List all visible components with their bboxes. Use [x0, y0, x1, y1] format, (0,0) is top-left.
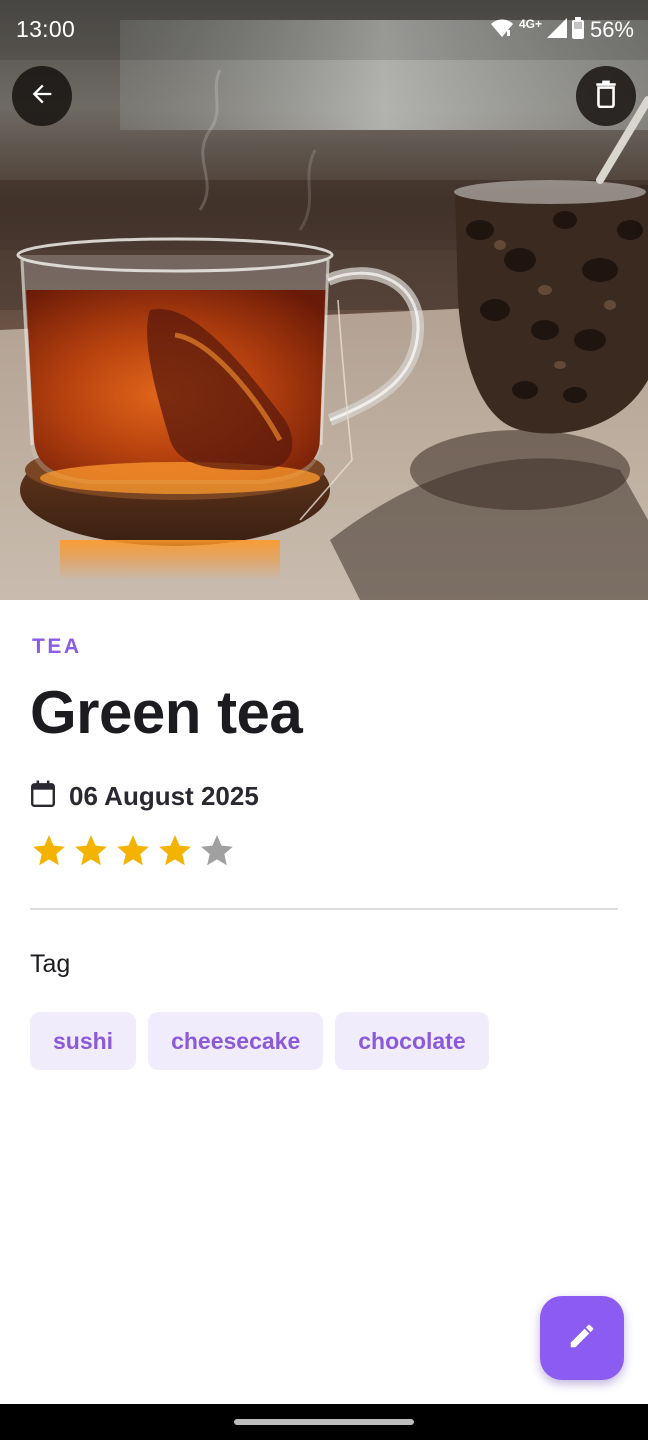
hero-image — [0, 0, 648, 600]
delete-button[interactable] — [576, 66, 636, 126]
trash-icon — [593, 80, 619, 113]
pencil-icon — [567, 1321, 597, 1356]
network-type: 4G+ — [518, 17, 542, 31]
signal-icon — [546, 17, 567, 43]
star-icon — [114, 832, 152, 875]
edit-button[interactable] — [540, 1296, 624, 1380]
status-icons: 4G+ 56% — [490, 16, 634, 44]
calendar-icon — [30, 780, 56, 813]
star-rating — [30, 832, 236, 875]
status-bar: 13:00 4G+ 56% — [0, 0, 648, 62]
wifi-icon — [490, 18, 514, 43]
status-time: 13:00 — [16, 16, 76, 42]
category-label: TEA — [32, 635, 82, 658]
tag-chips: sushi cheesecake chocolate — [30, 1012, 489, 1070]
divider — [30, 908, 618, 910]
date-row: 06 August 2025 — [30, 780, 259, 813]
tags-section-label: Tag — [30, 950, 71, 978]
entry-date: 06 August 2025 — [69, 781, 259, 811]
entry-title: Green tea — [30, 679, 303, 746]
star-icon — [72, 832, 110, 875]
home-gesture-handle[interactable] — [234, 1419, 414, 1425]
tag-chip[interactable]: sushi — [30, 1012, 137, 1070]
tag-chip[interactable]: chocolate — [335, 1012, 489, 1070]
back-button[interactable] — [12, 66, 72, 126]
battery-percent: 56% — [589, 17, 634, 42]
arrow-left-icon — [28, 80, 56, 113]
tag-chip[interactable]: cheesecake — [148, 1012, 324, 1070]
star-icon — [30, 832, 68, 875]
star-icon — [156, 832, 194, 875]
battery-icon — [571, 16, 584, 44]
navigation-bar — [0, 1404, 648, 1440]
star-icon — [198, 832, 236, 875]
